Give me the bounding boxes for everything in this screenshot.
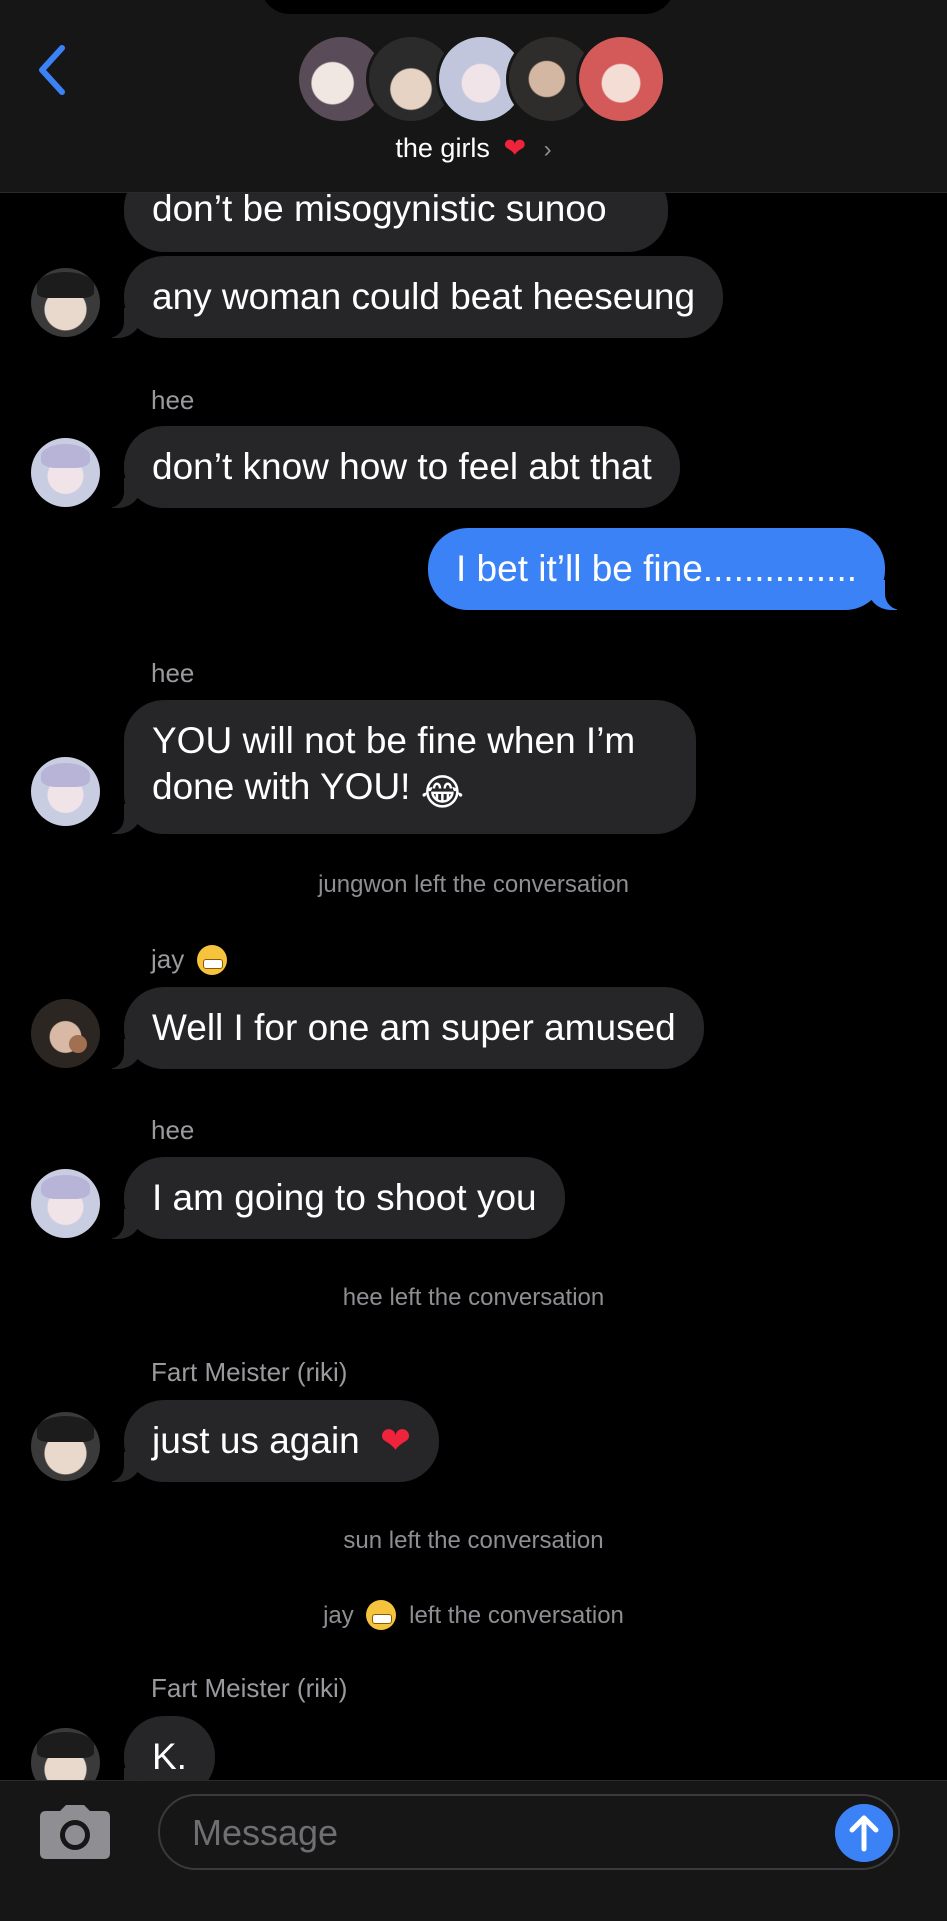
chevron-right-icon: › — [543, 136, 552, 163]
avatar[interactable] — [31, 757, 100, 826]
avatar[interactable] — [31, 268, 100, 337]
sender-name: hee — [151, 385, 195, 415]
message-bubble[interactable]: just us again ❤ — [101, 1400, 440, 1482]
group-name-button[interactable]: the girls ❤ › — [0, 133, 947, 164]
system-notice: jungwon left the conversation — [318, 871, 629, 898]
message-text: don’t know how to feel abt that — [152, 446, 652, 487]
message-text: don’t be misogynistic sunoo — [152, 188, 607, 229]
system-notice: sun left the conversation — [343, 1527, 604, 1554]
message-bubble[interactable]: I am going to shoot you — [102, 1157, 565, 1239]
avatar[interactable] — [31, 1728, 100, 1780]
avatar[interactable] — [31, 1412, 100, 1481]
sender-name: Fart Meister (riki) — [151, 1357, 348, 1387]
message-thread[interactable]: don’t be misogynistic sunoo any woman co… — [0, 0, 947, 1780]
avatar[interactable] — [31, 999, 100, 1068]
message-text: just us again — [152, 1420, 360, 1461]
message-text: I bet it’ll be fine............... — [456, 548, 858, 589]
message-bubble[interactable]: any woman could beat heeseung — [101, 256, 724, 338]
message-text: Well I for one am super amused — [152, 1007, 676, 1048]
grimacing-emoji-icon — [366, 1600, 397, 1630]
avatar[interactable] — [31, 1169, 100, 1238]
device-notch — [260, 0, 675, 14]
message-text-line: YOU will not be fine when I’m — [152, 720, 636, 761]
sent-message-bubble[interactable]: I bet it’ll be fine............... — [428, 528, 908, 610]
sender-name-text: jay — [151, 944, 185, 974]
message-bubble[interactable]: Well I for one am super amused — [102, 987, 704, 1069]
system-notice: jay left the conversation — [0, 1600, 947, 1630]
chevron-left-icon[interactable] — [32, 42, 76, 98]
camera-icon[interactable] — [38, 1803, 112, 1861]
sender-name: hee — [151, 658, 195, 688]
message-input-field[interactable] — [158, 1794, 900, 1870]
avatar[interactable] — [31, 438, 100, 507]
system-notice-text: left the conversation — [409, 1602, 624, 1629]
message-bubble[interactable]: YOU will not be fine when I’m done with … — [102, 700, 696, 834]
sender-name: jay — [151, 944, 228, 975]
conversation-header: the girls ❤ › — [0, 0, 947, 193]
arrow-up-icon[interactable] — [835, 1804, 893, 1862]
message-text: any woman could beat heeseung — [152, 276, 696, 317]
heart-emoji-icon: ❤ — [503, 133, 527, 163]
message-text: I am going to shoot you — [152, 1177, 537, 1218]
message-text-line: done with YOU! 😂 — [152, 764, 668, 816]
laughing-emoji-icon: 😂 — [420, 771, 464, 814]
heart-emoji-icon: ❤ — [380, 1420, 412, 1461]
sender-name: Fart Meister (riki) — [151, 1673, 348, 1703]
message-text: K. — [152, 1736, 187, 1777]
message-composer — [0, 1780, 947, 1921]
message-bubble[interactable]: K. — [102, 1716, 215, 1780]
sender-name: hee — [151, 1115, 195, 1145]
system-notice: hee left the conversation — [342, 1284, 605, 1311]
avatar — [576, 34, 666, 124]
system-notice-name: jay — [323, 1602, 354, 1629]
grimacing-emoji-icon — [197, 945, 228, 975]
message-input[interactable] — [190, 1806, 794, 1860]
group-name: the girls — [395, 133, 490, 163]
message-bubble[interactable]: don’t know how to feel abt that — [102, 426, 680, 508]
message-text: done with YOU! — [152, 766, 411, 807]
